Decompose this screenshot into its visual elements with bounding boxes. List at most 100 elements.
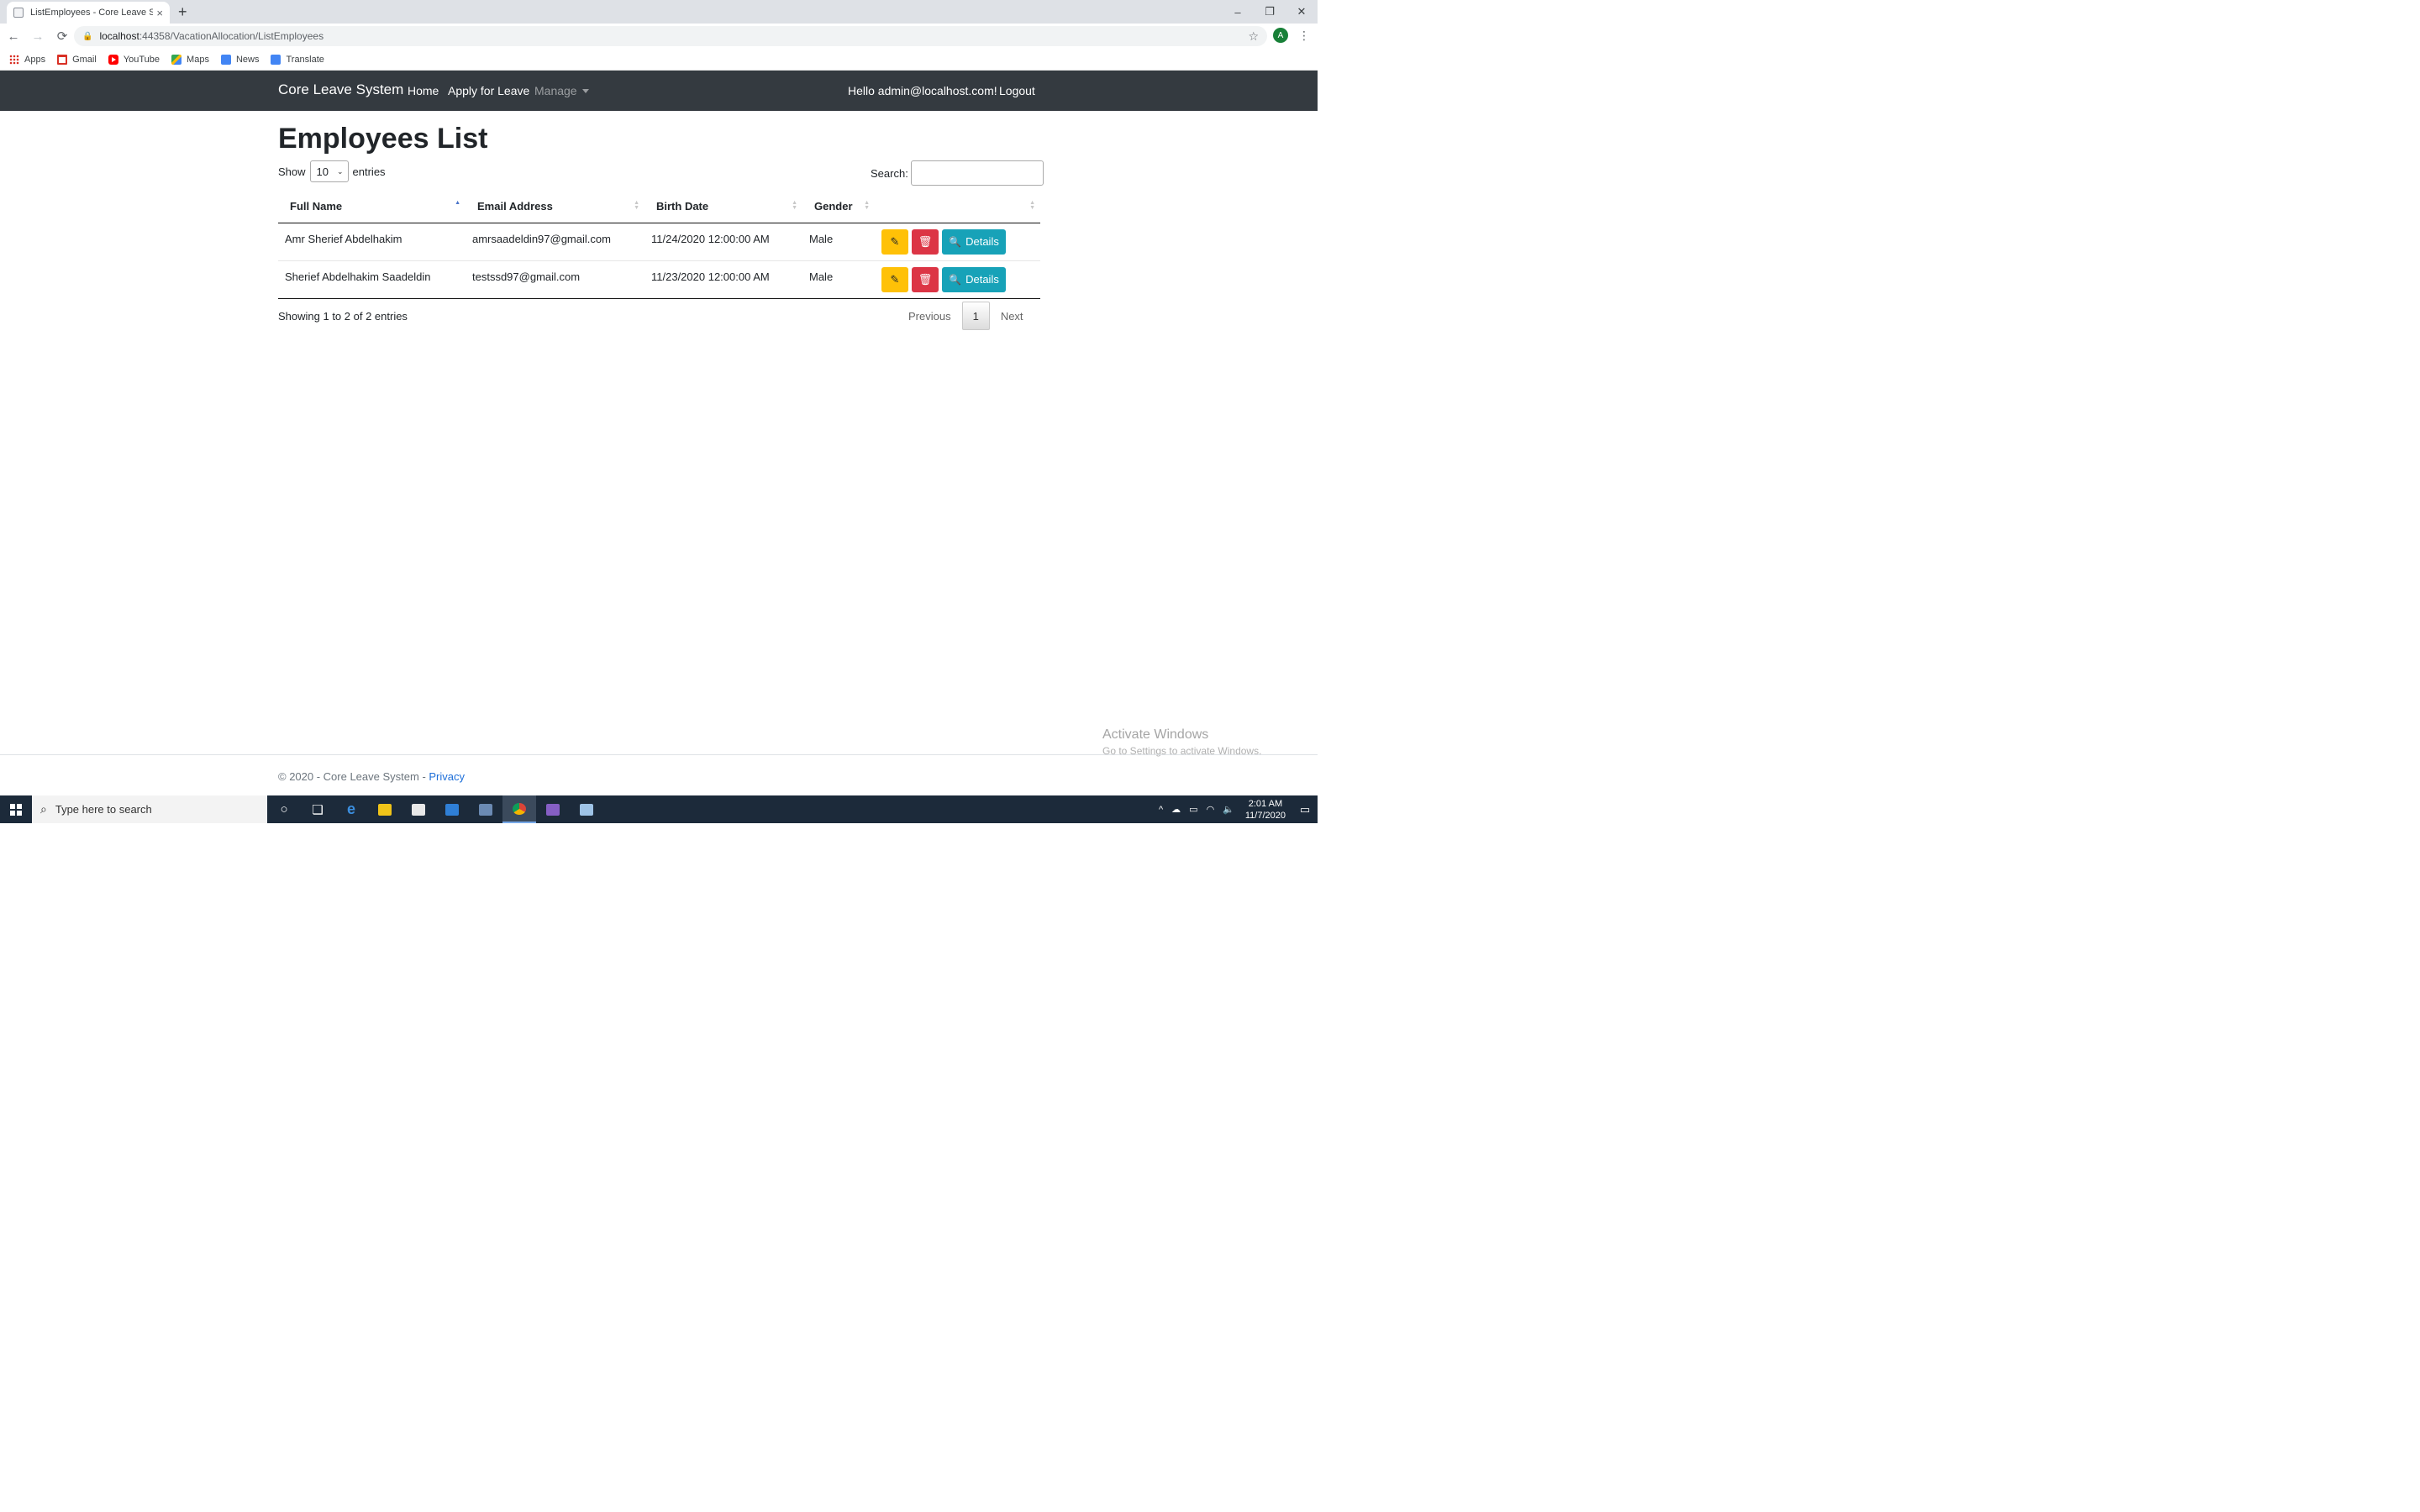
show-label: Show (278, 165, 306, 178)
chevron-down-icon: ⌄ (336, 166, 344, 176)
edit-button[interactable]: ✎ (881, 228, 908, 255)
cell-email: amrsaadeldin97@gmail.com (466, 223, 644, 261)
store-icon[interactable] (402, 795, 435, 823)
column-header-gender[interactable]: Gender ▲ ▼ (802, 191, 875, 223)
bookmark-apps[interactable]: Apps (9, 54, 45, 65)
bookmark-translate[interactable]: Translate (271, 54, 324, 65)
chrome-menu-icon[interactable]: ⋮ (1298, 29, 1310, 43)
column-header-label: Gender (814, 200, 853, 213)
trash-icon: 🗑 (918, 234, 933, 248)
task-view-icon[interactable]: ❏ (301, 795, 334, 823)
delete-button[interactable]: 🗑 (912, 228, 939, 255)
page-title: Employees List (278, 123, 488, 155)
minimize-button[interactable]: – (1222, 0, 1254, 24)
next-page-button[interactable]: Next (990, 302, 1034, 330)
chrome-icon[interactable] (502, 795, 536, 823)
cell-gender: Male (802, 223, 875, 261)
search-icon: 🔍 (949, 273, 962, 286)
sort-icon[interactable]: ▲ ▼ (1029, 200, 1035, 211)
sort-icon[interactable]: ▲ ▼ (634, 200, 639, 211)
profile-avatar[interactable]: A (1273, 28, 1288, 43)
edge-glyph: e (346, 801, 355, 817)
details-button[interactable]: 🔍 Details (942, 266, 1006, 292)
bookmark-youtube[interactable]: YouTube (108, 54, 160, 65)
nav-manage-dropdown[interactable]: Manage (534, 84, 589, 97)
page-1-button[interactable]: 1 (961, 302, 990, 330)
employees-table: Full Name ▲ Email Address ▲ ▼ Birth Date ▲ ▼ … (278, 191, 1040, 299)
bookmark-maps[interactable]: Maps (171, 54, 209, 65)
pagination: Previous 1 Next (897, 302, 1034, 330)
cell-birth-date: 11/24/2020 12:00:00 AM (644, 223, 802, 261)
lock-icon[interactable]: 🔒 (82, 32, 92, 41)
taskbar-search-box[interactable]: ⌕ Type here to search (32, 795, 267, 823)
bookmark-star-icon[interactable]: ☆ (1248, 29, 1259, 44)
mail-shape (445, 803, 459, 816)
entries-label: entries (352, 165, 386, 178)
column-header-birth-date[interactable]: Birth Date ▲ ▼ (644, 191, 802, 223)
tab-close-icon[interactable]: × (156, 7, 163, 19)
bookmark-label: YouTube (123, 54, 160, 65)
back-icon[interactable]: ← (3, 25, 24, 47)
cell-actions: ✎ 🗑 🔍 Details (875, 260, 1040, 299)
notification-center-icon[interactable]: ▭ (1292, 795, 1318, 823)
browser-tab-strip: ListEmployees - Core Leave System × + – … (0, 0, 1318, 24)
news-icon (220, 54, 231, 65)
footer-text: © 2020 - Core Leave System - Privacy (278, 770, 465, 783)
start-button[interactable] (0, 795, 32, 823)
row-actions: ✎ 🗑 🔍 Details (881, 228, 1040, 255)
apps-icon (9, 54, 19, 65)
bookmark-gmail[interactable]: Gmail (57, 54, 97, 65)
wifi-icon[interactable]: ◠ (1207, 804, 1215, 815)
mail-icon[interactable] (435, 795, 469, 823)
sort-asc-icon[interactable]: ▲ (455, 200, 460, 206)
logout-button[interactable]: Logout (999, 84, 1035, 97)
bookmark-label: News (235, 54, 260, 65)
bookmark-label: Translate (286, 54, 324, 65)
delete-button[interactable]: 🗑 (912, 266, 939, 292)
reload-icon[interactable]: ⟳ (51, 25, 73, 47)
visual-studio-icon[interactable] (536, 795, 570, 823)
nav-home[interactable]: Home (408, 84, 439, 97)
new-tab-icon[interactable]: + (178, 3, 187, 21)
clock[interactable]: 2:01 AM 11/7/2020 (1245, 798, 1286, 822)
browser-tab[interactable]: ListEmployees - Core Leave System × (7, 2, 170, 24)
column-header-actions[interactable]: ▲ ▼ (875, 191, 1040, 223)
store-shape (412, 803, 425, 816)
brand-link[interactable]: Core Leave System (278, 81, 403, 98)
entries-length-control: Show 10 ⌄ entries (278, 160, 386, 182)
volume-icon[interactable]: 🔈 (1223, 804, 1234, 815)
page-favicon-icon (13, 8, 24, 18)
edit-button[interactable]: ✎ (881, 266, 908, 292)
column-header-full-name[interactable]: Full Name ▲ (278, 191, 466, 223)
search-input[interactable] (910, 160, 1044, 186)
app-icon[interactable] (469, 795, 502, 823)
nav-apply-for-leave[interactable]: Apply for Leave (448, 84, 529, 97)
column-header-email[interactable]: Email Address ▲ ▼ (466, 191, 644, 223)
user-greeting[interactable]: Hello admin@localhost.com! (848, 84, 997, 97)
show-hidden-icons[interactable]: ^ (1159, 805, 1163, 815)
chrome-shape (513, 802, 526, 815)
search-icon: ⌕ (40, 802, 47, 816)
trash-icon: 🗑 (918, 272, 933, 286)
forward-icon[interactable]: → (27, 25, 49, 47)
entries-select[interactable]: 10 ⌄ (309, 160, 349, 182)
onedrive-icon[interactable]: ☁ (1171, 804, 1181, 815)
sort-icon[interactable]: ▲ ▼ (864, 200, 870, 211)
close-window-button[interactable]: ✕ (1286, 0, 1318, 24)
cell-actions: ✎ 🗑 🔍 Details (875, 223, 1040, 261)
sort-icon[interactable]: ▲ ▼ (792, 200, 797, 211)
restore-button[interactable]: ❐ (1254, 0, 1286, 24)
clock-date: 11/7/2020 (1244, 810, 1286, 821)
youtube-icon (108, 54, 118, 65)
edge-icon[interactable]: e (334, 795, 368, 823)
address-bar[interactable]: 🔒 localhost:44358/VacationAllocation/Lis… (74, 26, 1267, 46)
battery-icon[interactable]: ▭ (1189, 804, 1197, 815)
notepad-icon[interactable] (570, 795, 603, 823)
url-text: localhost:44358/VacationAllocation/ListE… (99, 30, 324, 42)
bookmark-news[interactable]: News (220, 54, 260, 65)
previous-page-button[interactable]: Previous (897, 302, 962, 330)
details-button[interactable]: 🔍 Details (942, 228, 1006, 255)
file-explorer-icon[interactable] (368, 795, 402, 823)
cortana-icon[interactable]: ○ (267, 795, 301, 823)
privacy-link[interactable]: Privacy (429, 770, 465, 783)
